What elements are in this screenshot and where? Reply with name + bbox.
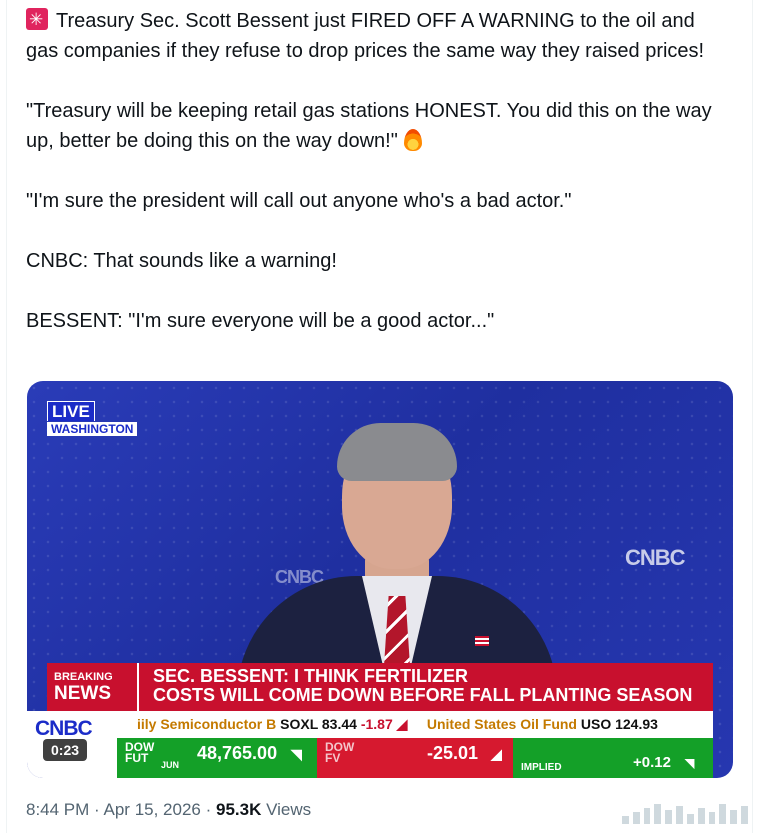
tweet-paragraph-1: Treasury Sec. Scott Bessent just FIRED O… — [26, 5, 731, 66]
view-count: 95.3K — [216, 800, 262, 819]
tweet-meta: 8:44 PM · Apr 15, 2026 · 95.3K Views — [26, 800, 312, 819]
tweet-paragraph-3: "I'm sure the president will call out an… — [26, 190, 572, 212]
analytics-icon[interactable] — [622, 800, 748, 824]
live-badge: LIVE WASHINGTON — [47, 401, 138, 436]
tweet-text: Treasury Sec. Scott Bessent just FIRED O… — [26, 5, 731, 336]
video-timestamp: 0:23 — [43, 739, 88, 761]
tweet-paragraph-4: CNBC: That sounds like a warning! — [26, 250, 337, 272]
tweet-time[interactable]: 8:44 PM — [26, 800, 89, 819]
siren-icon — [26, 5, 48, 35]
fire-icon — [403, 129, 422, 151]
wall-logo: CNBC — [625, 545, 686, 570]
down-arrow-icon: ◢ — [392, 716, 408, 732]
market-bar: DOW FUT JUN 48,765.00 ◥ DOW FV -25.01 ◢ IM… — [117, 738, 713, 778]
tweet-date[interactable]: Apr 15, 2026 — [104, 800, 201, 819]
down-arrow-icon: ◥ — [291, 746, 302, 762]
tweet-paragraph-5: BESSENT: "I'm sure everyone will be a go… — [26, 310, 495, 332]
breaking-headline: SEC. BESSENT: I THINK FERTILIZER COSTS W… — [153, 666, 693, 705]
down-arrow-icon: ◢ — [491, 746, 502, 762]
dow-fair-value: DOW FV -25.01 ◢ — [317, 738, 513, 778]
dow-futures: DOW FUT JUN 48,765.00 ◥ — [117, 738, 317, 778]
implied-open: IMPLIED +0.12 ◥ — [513, 738, 713, 778]
down-arrow-icon: ◥ — [685, 756, 695, 770]
breaking-news-label: BREAKING NEWS — [47, 663, 139, 711]
flag-pin-icon — [475, 636, 489, 646]
stock-ticker: iily Semiconductor B SOXL 83.44 -1.87 ◢ … — [47, 711, 713, 738]
views-label: Views — [266, 800, 312, 819]
breaking-news-banner: BREAKING NEWS SEC. BESSENT: I THINK FERT… — [47, 663, 713, 711]
tweet-paragraph-2: "Treasury will be keeping retail gas sta… — [26, 100, 712, 152]
video-player[interactable]: CNBC CNBC LIVE WASHINGTON BREAKING NEWS … — [27, 381, 733, 778]
